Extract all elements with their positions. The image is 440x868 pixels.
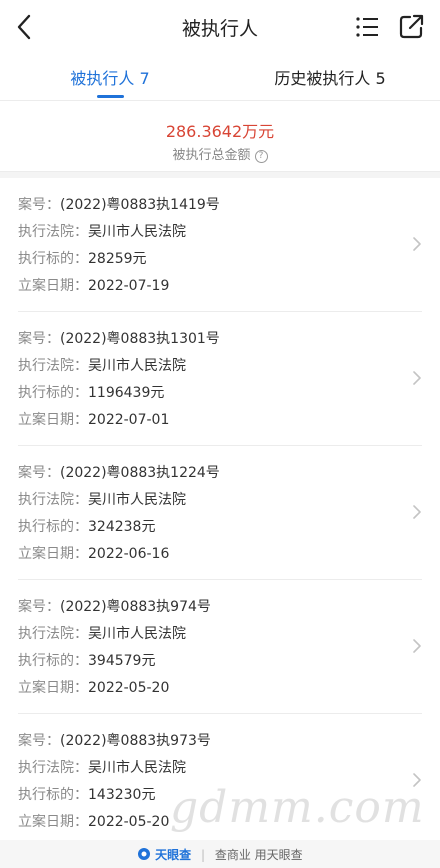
case-number-label: 案号： — [18, 197, 60, 213]
target-value: 324238元 — [88, 519, 156, 535]
target-label: 执行标的： — [18, 787, 88, 803]
date-value: 2022-07-19 — [88, 278, 170, 294]
date-value: 2022-05-20 — [88, 814, 170, 830]
list-icon[interactable] — [355, 14, 381, 40]
target-row: 执行标的：28259元 — [18, 248, 147, 268]
chevron-right-icon — [413, 371, 421, 385]
case-number-row: 案号：(2022)粤0883执1224号 — [18, 462, 220, 482]
nav-bar: 被执行人 — [0, 0, 440, 54]
case-card[interactable]: 案号：(2022)粤0883执1301号 执行法院：吴川市人民法院 执行标的：1… — [0, 312, 440, 446]
case-number-value: (2022)粤0883执1301号 — [60, 331, 220, 347]
case-number-row: 案号：(2022)粤0883执974号 — [18, 596, 211, 616]
target-row: 执行标的：1196439元 — [18, 382, 164, 402]
target-row: 执行标的：394579元 — [18, 650, 155, 670]
case-number-label: 案号： — [18, 599, 60, 615]
target-label: 执行标的： — [18, 251, 88, 267]
case-number-row: 案号：(2022)粤0883执973号 — [18, 730, 211, 750]
question-circle-icon[interactable]: ? — [254, 150, 268, 163]
tab-executed[interactable]: 被执行人 7 — [0, 65, 220, 89]
footer: 天眼查 | 查商业 用天眼查 — [0, 840, 440, 868]
tab-history-executed[interactable]: 历史被执行人 5 — [220, 65, 440, 89]
date-label: 立案日期： — [18, 412, 88, 428]
date-label: 立案日期： — [18, 546, 88, 562]
date-row: 立案日期：2022-06-16 — [18, 543, 169, 563]
target-value: 28259元 — [88, 251, 147, 267]
case-card[interactable]: 案号：(2022)粤0883执1224号 执行法院：吴川市人民法院 执行标的：3… — [0, 446, 440, 580]
court-label: 执行法院： — [18, 760, 88, 776]
court-label: 执行法院： — [18, 224, 88, 240]
date-row: 立案日期：2022-05-20 — [18, 677, 169, 697]
tab-active-indicator — [97, 95, 124, 98]
target-row: 执行标的：143230元 — [18, 784, 155, 804]
date-value: 2022-06-16 — [88, 546, 170, 562]
total-amount: 286.3642万元 — [165, 122, 275, 141]
target-value: 1196439元 — [88, 385, 165, 401]
court-row: 执行法院：吴川市人民法院 — [18, 355, 186, 375]
court-value: 吴川市人民法院 — [88, 492, 186, 508]
date-value: 2022-05-20 — [88, 680, 170, 696]
court-label: 执行法院： — [18, 626, 88, 642]
date-label: 立案日期： — [18, 814, 88, 830]
target-value: 394579元 — [88, 653, 156, 669]
court-value: 吴川市人民法院 — [88, 358, 186, 374]
case-number-label: 案号： — [18, 465, 60, 481]
tianyancha-logo-icon — [138, 848, 151, 860]
footer-brand: 天眼查 — [155, 848, 192, 862]
case-number-value: (2022)粤0883执973号 — [60, 733, 211, 749]
target-label: 执行标的： — [18, 653, 88, 669]
case-card[interactable]: 案号：(2022)粤0883执973号 执行法院：吴川市人民法院 执行标的：14… — [0, 714, 440, 848]
court-row: 执行法院：吴川市人民法院 — [18, 757, 186, 777]
court-value: 吴川市人民法院 — [88, 626, 186, 642]
date-row: 立案日期：2022-07-01 — [18, 409, 169, 429]
case-number-value: (2022)粤0883执974号 — [60, 599, 211, 615]
case-number-value: (2022)粤0883执1224号 — [60, 465, 220, 481]
total-amount-label: 被执行总金额? — [0, 144, 440, 163]
court-row: 执行法院：吴川市人民法院 — [18, 623, 186, 643]
target-value: 143230元 — [88, 787, 156, 803]
share-icon[interactable] — [398, 13, 425, 40]
footer-content: 天眼查 | 查商业 用天眼查 — [0, 846, 440, 863]
court-value: 吴川市人民法院 — [88, 760, 186, 776]
court-row: 执行法院：吴川市人民法院 — [18, 489, 186, 509]
court-row: 执行法院：吴川市人民法院 — [18, 221, 186, 241]
case-card[interactable]: 案号：(2022)粤0883执1419号 执行法院：吴川市人民法院 执行标的：2… — [0, 178, 440, 312]
chevron-right-icon — [413, 237, 421, 251]
date-row: 立案日期：2022-07-19 — [18, 275, 169, 295]
case-number-row: 案号：(2022)粤0883执1301号 — [18, 328, 220, 348]
date-row: 立案日期：2022-05-20 — [18, 811, 169, 831]
footer-slogan: 查商业 用天眼查 — [214, 848, 303, 862]
target-label: 执行标的： — [18, 519, 88, 535]
target-label: 执行标的： — [18, 385, 88, 401]
court-label: 执行法院： — [18, 358, 88, 374]
case-number-row: 案号：(2022)粤0883执1419号 — [18, 194, 220, 214]
chevron-right-icon — [413, 773, 421, 787]
case-number-value: (2022)粤0883执1419号 — [60, 197, 220, 213]
footer-separator: | — [200, 848, 206, 862]
tab-bar: 被执行人 7 历史被执行人 5 — [0, 54, 440, 101]
date-value: 2022-07-01 — [88, 412, 170, 428]
target-row: 执行标的：324238元 — [18, 516, 155, 536]
case-number-label: 案号： — [18, 331, 60, 347]
date-label: 立案日期： — [18, 278, 88, 294]
summary-section: 286.3642万元 被执行总金额? — [0, 102, 440, 172]
court-value: 吴川市人民法院 — [88, 224, 186, 240]
chevron-right-icon — [413, 505, 421, 519]
date-label: 立案日期： — [18, 680, 88, 696]
chevron-right-icon — [413, 639, 421, 653]
total-amount-caption: 被执行总金额 — [172, 148, 251, 163]
court-label: 执行法院： — [18, 492, 88, 508]
case-number-label: 案号： — [18, 733, 60, 749]
case-card[interactable]: 案号：(2022)粤0883执974号 执行法院：吴川市人民法院 执行标的：39… — [0, 580, 440, 714]
